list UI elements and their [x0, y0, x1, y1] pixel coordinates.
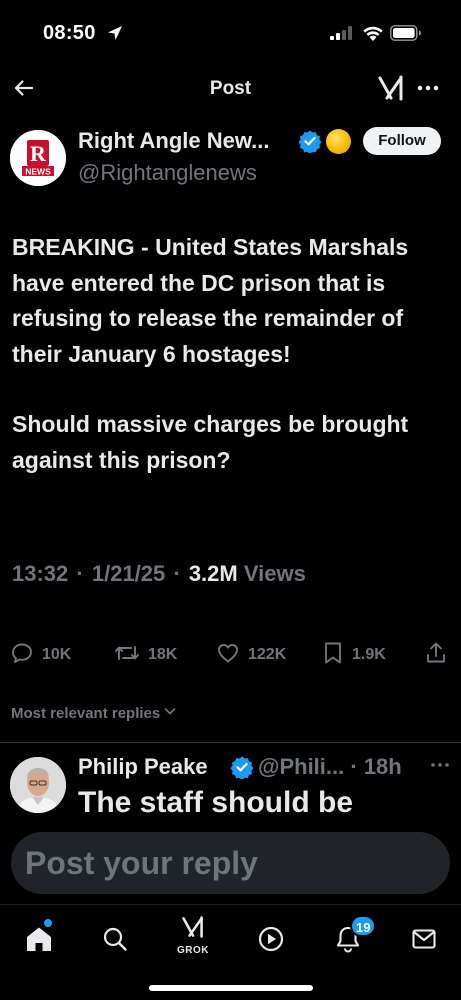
reply-input[interactable] [11, 832, 450, 894]
more-horizontal-icon[interactable] [416, 76, 440, 105]
repost-count: 18K [148, 646, 178, 663]
reply-handle-text: @Phili... [258, 754, 345, 779]
tab-search[interactable] [93, 919, 137, 963]
reply-author-name[interactable]: Philip Peake [78, 754, 208, 780]
reply-button[interactable]: 10K [10, 640, 71, 670]
more-horizontal-icon[interactable] [430, 758, 450, 776]
unread-dot [44, 919, 52, 927]
mail-icon [411, 927, 437, 956]
like-count: 122K [248, 646, 287, 663]
tweet-paragraph: BREAKING - United States Marshals have e… [12, 234, 409, 367]
tab-home[interactable] [17, 919, 61, 963]
tweet-meta: 13:32 · 1/21/25 · 3.2M Views [12, 561, 306, 586]
tweet-date: 1/21/25 [91, 561, 166, 586]
gold-coin-emoji-icon [326, 129, 351, 154]
reply-handle: @Phili... · 18h [258, 754, 402, 779]
tab-grok[interactable]: GROK [171, 913, 215, 957]
status-bar: 08:50 [0, 0, 461, 60]
avatar-logo-letter: R [30, 141, 47, 166]
divider [0, 742, 461, 743]
home-indicator[interactable] [149, 985, 313, 991]
status-time: 08:50 [43, 22, 96, 44]
chevron-down-icon [163, 704, 177, 722]
grok-icon [181, 915, 205, 944]
replies-sort-dropdown[interactable]: Most relevant replies [11, 704, 177, 722]
tab-messages[interactable] [402, 919, 446, 963]
tweet-text: BREAKING - United States Marshals have e… [12, 230, 452, 478]
bookmark-icon [322, 641, 344, 670]
reply-icon [10, 641, 34, 670]
cellular-signal-icon [330, 26, 354, 45]
search-icon [102, 926, 128, 957]
reply-age: 18h [363, 754, 402, 779]
notification-badge: 19 [350, 915, 377, 937]
reply-count: 10K [42, 646, 72, 663]
reply-text: The staff should be [78, 786, 354, 819]
grok-label: GROK [177, 944, 209, 956]
nav-header: Post [0, 62, 461, 114]
action-bar: 10K 18K 122K 1.9K [0, 640, 461, 670]
author-handle[interactable]: @Rightanglenews [78, 160, 257, 186]
verified-badge-icon [230, 755, 254, 784]
replies-sort-label: Most relevant replies [11, 704, 161, 722]
views-count: 3.2M [188, 561, 238, 586]
like-button[interactable]: 122K [216, 640, 286, 670]
battery-icon [390, 25, 422, 46]
play-circle-icon [257, 925, 285, 958]
heart-icon [216, 641, 240, 670]
bookmark-button[interactable]: 1.9K [322, 640, 386, 670]
share-button[interactable] [424, 640, 448, 670]
home-icon [25, 925, 53, 958]
tab-video[interactable] [249, 919, 293, 963]
author-avatar[interactable]: R NEWS [10, 130, 66, 186]
avatar-logo-caption: NEWS [25, 167, 51, 177]
grok-icon[interactable] [377, 74, 405, 107]
repost-button[interactable]: 18K [114, 640, 177, 670]
author-name[interactable]: Right Angle New... [78, 128, 269, 154]
tweet-paragraph: Should massive charges be brought agains… [12, 411, 409, 473]
bookmark-count: 1.9K [352, 646, 386, 663]
repost-icon [114, 641, 140, 670]
reply-avatar[interactable] [10, 757, 66, 813]
tweet-time: 13:32 [12, 561, 69, 586]
location-arrow-icon [106, 24, 124, 47]
share-icon [424, 641, 448, 670]
follow-button[interactable]: Follow [363, 127, 441, 155]
views-label: Views [243, 561, 306, 586]
verified-badge-icon [298, 129, 322, 158]
wifi-icon [362, 24, 384, 47]
